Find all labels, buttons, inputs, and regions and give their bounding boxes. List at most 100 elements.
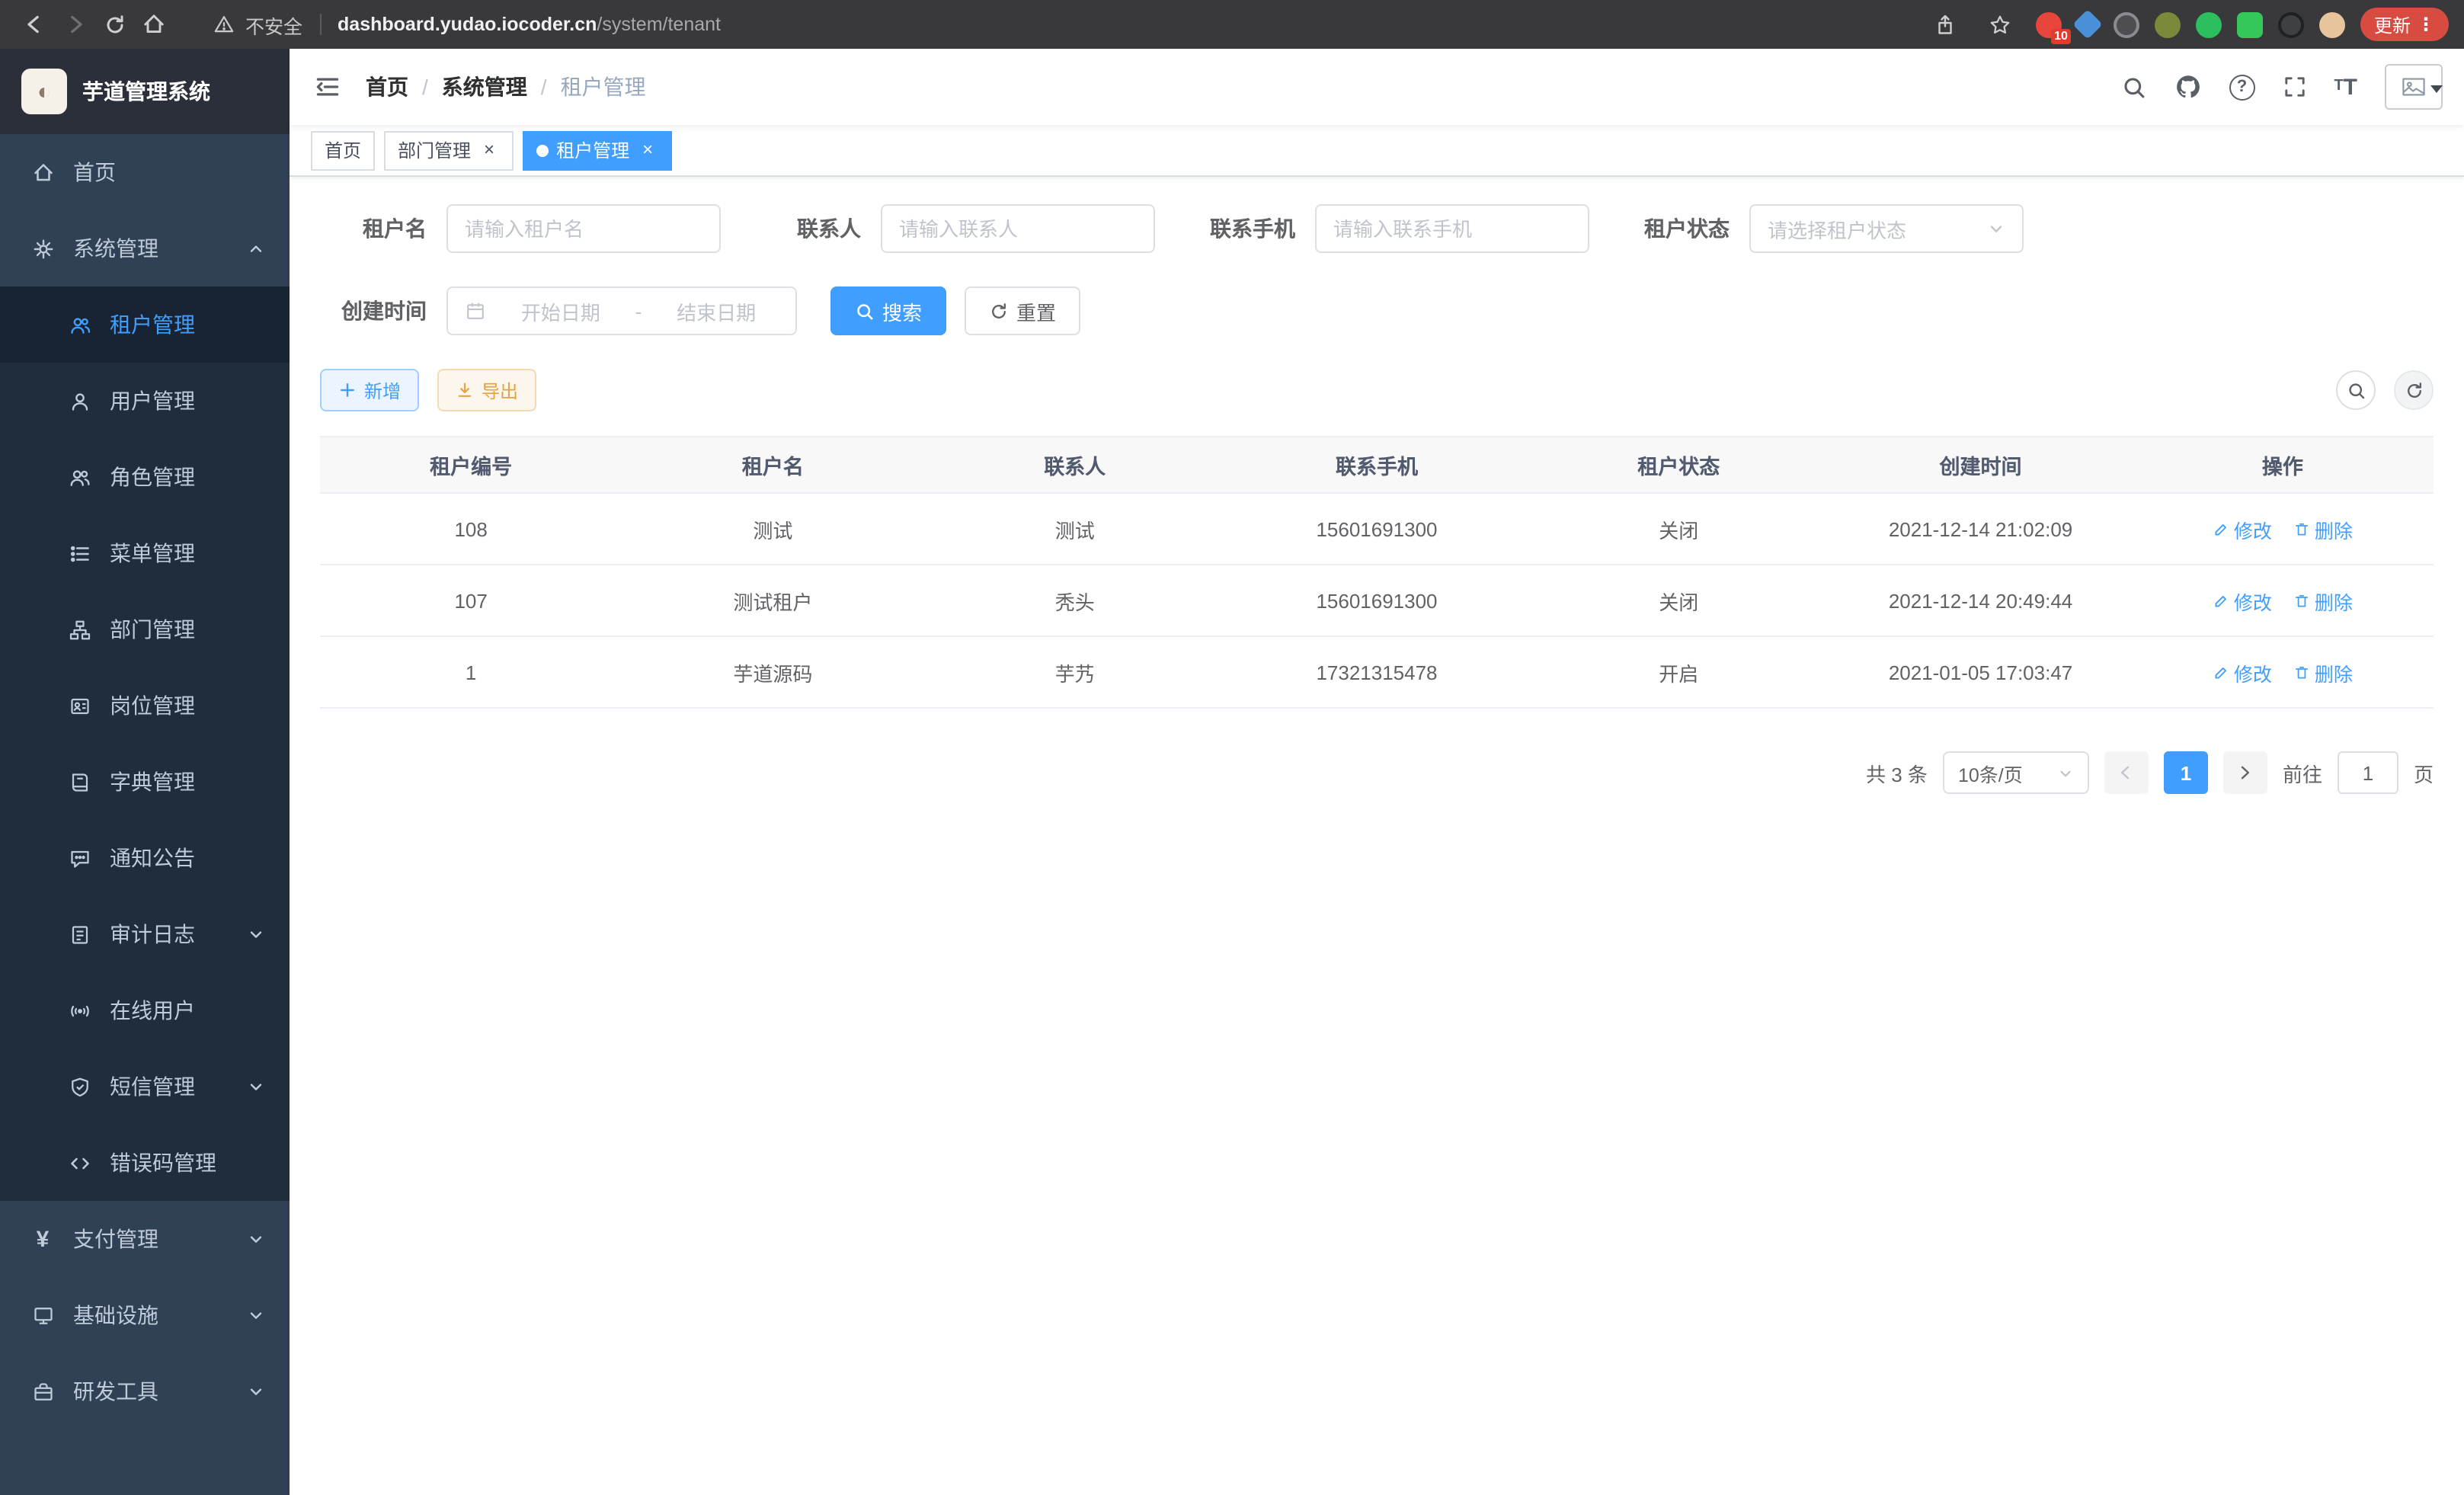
- help-icon[interactable]: ?: [2229, 74, 2254, 100]
- sidebar-item-infra[interactable]: 基础设施: [0, 1277, 290, 1353]
- extension-icon[interactable]: [2114, 11, 2139, 37]
- share-icon[interactable]: [1926, 5, 1966, 44]
- sidebar-item-menu[interactable]: 菜单管理: [0, 515, 290, 591]
- contact-input[interactable]: [899, 217, 1137, 240]
- tab-dept[interactable]: 部门管理 ×: [384, 130, 514, 170]
- edit-link[interactable]: 修改: [2213, 514, 2272, 543]
- tenant-name-input[interactable]: [465, 217, 702, 240]
- sidebar-item-user[interactable]: 用户管理: [0, 363, 290, 439]
- toggle-search-button[interactable]: [2336, 370, 2376, 410]
- viewport: 不安全 dashboard.yudao.iocoder.cn/system/te…: [0, 0, 2464, 1495]
- font-size-icon[interactable]: TT: [2334, 75, 2357, 98]
- extension-icon[interactable]: [2196, 11, 2222, 37]
- extension-icon[interactable]: [2155, 11, 2181, 37]
- sidebar-item-sms[interactable]: 短信管理: [0, 1048, 290, 1125]
- delete-link-label: 删除: [2315, 658, 2353, 687]
- close-icon[interactable]: ×: [637, 139, 658, 161]
- cell-contact: 秃头: [924, 565, 1226, 636]
- breadcrumb-system[interactable]: 系统管理: [442, 72, 527, 102]
- sidebar-item-post[interactable]: 岗位管理: [0, 667, 290, 744]
- sidebar: ◐ 芋道管理系统 首页 系统管理 租户管理 用户管理: [0, 49, 290, 1495]
- fullscreen-icon[interactable]: [2282, 75, 2306, 99]
- bookmark-star-icon[interactable]: [1981, 5, 2021, 44]
- prev-page-button[interactable]: [2104, 751, 2149, 794]
- audit-log-icon: [67, 923, 91, 946]
- tenant-table: 租户编号 租户名 联系人 联系手机 租户状态 创建时间 操作 108 测试: [320, 436, 2434, 709]
- delete-link[interactable]: 删除: [2293, 586, 2353, 615]
- export-button[interactable]: 导出: [437, 369, 536, 411]
- browser-forward-button[interactable]: [55, 5, 94, 44]
- extension-icon[interactable]: [2237, 11, 2263, 37]
- tab-home[interactable]: 首页: [311, 130, 375, 170]
- tags-view-bar: 首页 部门管理 × 租户管理 ×: [290, 125, 2464, 177]
- browser-update-button[interactable]: 更新 ⋮: [2360, 8, 2449, 41]
- page-number-button[interactable]: 1: [2164, 751, 2208, 794]
- phone-input-wrap: [1315, 204, 1589, 253]
- next-page-button[interactable]: [2223, 751, 2267, 794]
- devtools-briefcase-icon: [30, 1380, 55, 1403]
- cell-phone: 15601691300: [1226, 565, 1528, 636]
- tab-label: 部门管理: [398, 137, 471, 163]
- sidebar-item-notice[interactable]: 通知公告: [0, 820, 290, 896]
- cell-contact: 测试: [924, 493, 1226, 565]
- sidebar-item-online-user[interactable]: 在线用户: [0, 972, 290, 1048]
- breadcrumb-home[interactable]: 首页: [366, 72, 408, 102]
- browser-home-button[interactable]: [134, 5, 174, 44]
- cell-tenant-name: 测试租户: [622, 565, 923, 636]
- cell-tenant-id: 108: [320, 493, 622, 565]
- reset-button[interactable]: 重置: [965, 287, 1080, 335]
- status-select[interactable]: 请选择租户状态: [1749, 204, 2024, 253]
- sidebar-item-error-code[interactable]: 错误码管理: [0, 1125, 290, 1201]
- date-range-picker[interactable]: 开始日期 - 结束日期: [446, 287, 797, 335]
- filter-tenant-name: 租户名: [320, 204, 721, 253]
- gear-icon: [30, 237, 55, 260]
- sidebar-item-devtools[interactable]: 研发工具: [0, 1353, 290, 1429]
- sidebar-item-role[interactable]: 角色管理: [0, 439, 290, 515]
- app-logo[interactable]: ◐ 芋道管理系统: [0, 49, 290, 134]
- close-icon[interactable]: ×: [478, 139, 500, 161]
- sidebar-toggle-button[interactable]: [290, 73, 366, 101]
- sidebar-item-tenant[interactable]: 租户管理: [0, 287, 290, 363]
- browser-back-button[interactable]: [15, 5, 55, 44]
- kebab-menu-icon[interactable]: ⋮: [2417, 14, 2435, 35]
- table-header-row: 租户编号 租户名 联系人 联系手机 租户状态 创建时间 操作: [320, 437, 2434, 493]
- org-tree-icon: [67, 618, 91, 641]
- header-search-icon[interactable]: [2120, 74, 2146, 100]
- browser-right-controls: 10 更新 ⋮: [1926, 5, 2449, 44]
- delete-link[interactable]: 删除: [2293, 658, 2353, 687]
- edit-link[interactable]: 修改: [2213, 658, 2272, 687]
- sidebar-item-dict[interactable]: 字典管理: [0, 744, 290, 820]
- browser-reload-button[interactable]: [94, 5, 134, 44]
- sidebar-item-dept[interactable]: 部门管理: [0, 591, 290, 667]
- github-icon[interactable]: [2174, 73, 2201, 101]
- main-area: 首页 / 系统管理 / 租户管理 ?: [290, 49, 2464, 1495]
- edit-link-label: 修改: [2234, 586, 2272, 615]
- cell-status: 关闭: [1528, 493, 1829, 565]
- goto-page-input[interactable]: [2338, 751, 2398, 794]
- add-button[interactable]: 新增: [320, 369, 419, 411]
- extension-icon[interactable]: [2278, 11, 2304, 37]
- sidebar-item-home[interactable]: 首页: [0, 134, 290, 210]
- edit-link-label: 修改: [2234, 658, 2272, 687]
- profile-avatar-icon[interactable]: [2319, 11, 2345, 37]
- search-button[interactable]: 搜索: [830, 287, 946, 335]
- contact-label: 联系人: [754, 213, 861, 244]
- sidebar-item-payment[interactable]: ¥ 支付管理: [0, 1201, 290, 1277]
- cell-tenant-id: 1: [320, 636, 622, 708]
- col-actions: 操作: [2132, 437, 2434, 493]
- edit-link[interactable]: 修改: [2213, 586, 2272, 615]
- extension-icon[interactable]: [2072, 9, 2103, 40]
- sidebar-item-system[interactable]: 系统管理: [0, 210, 290, 287]
- address-bar[interactable]: 不安全 dashboard.yudao.iocoder.cn/system/te…: [213, 10, 721, 39]
- user-menu[interactable]: [2385, 64, 2443, 110]
- address-divider: [319, 14, 321, 35]
- sidebar-item-audit-log[interactable]: 审计日志: [0, 896, 290, 972]
- tab-tenant[interactable]: 租户管理 ×: [523, 130, 672, 170]
- extension-icon[interactable]: 10: [2036, 11, 2062, 37]
- phone-input[interactable]: [1333, 217, 1571, 240]
- delete-link[interactable]: 删除: [2293, 514, 2353, 543]
- filter-row-2: 创建时间 开始日期 - 结束日期 搜索 重置: [320, 287, 2434, 335]
- page-size-select[interactable]: 10条/页: [1943, 751, 2089, 794]
- search-button-label: 搜索: [882, 296, 922, 325]
- refresh-table-button[interactable]: [2394, 370, 2434, 410]
